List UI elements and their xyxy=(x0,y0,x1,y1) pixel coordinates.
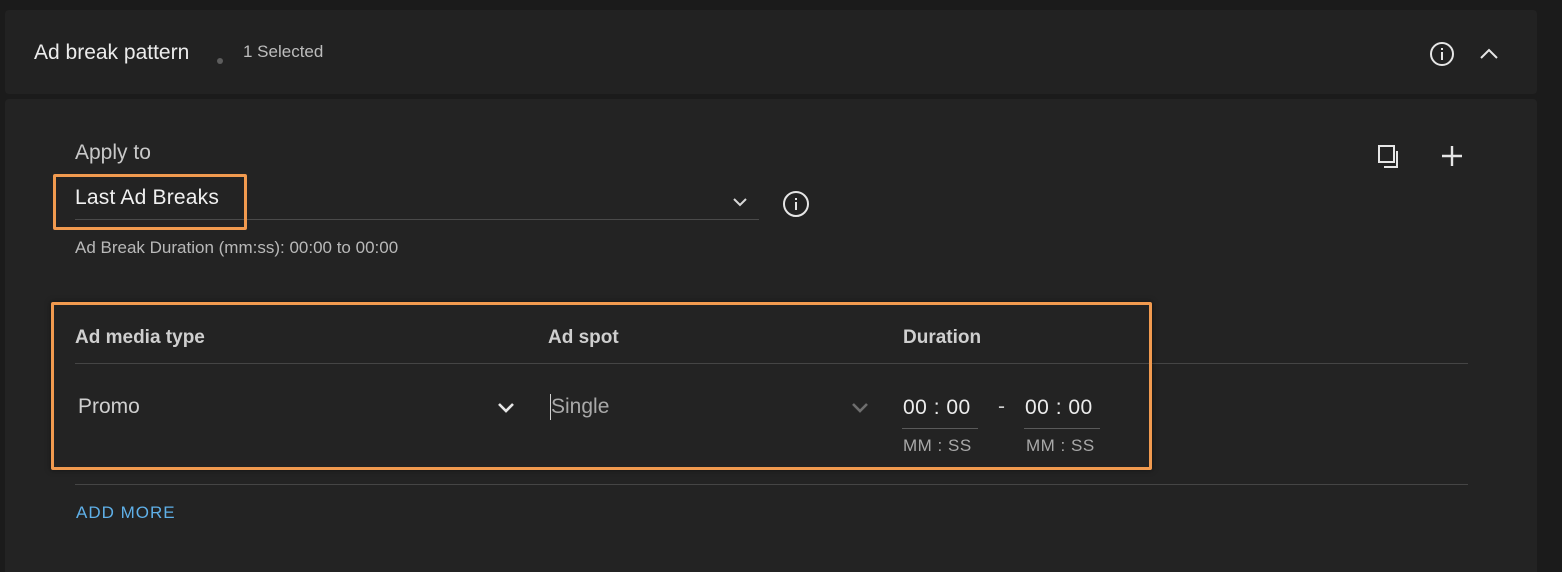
ad-spot-select[interactable]: Single xyxy=(551,395,609,419)
column-header-duration: Duration xyxy=(903,327,982,348)
duration-to-input[interactable]: 00 : 00 xyxy=(1025,396,1093,420)
duration-from-hint: MM : SS xyxy=(903,436,972,455)
copy-icon[interactable] xyxy=(1375,142,1405,177)
apply-to-underline xyxy=(75,219,759,220)
chevron-up-icon[interactable] xyxy=(1477,42,1501,71)
ad-media-type-select[interactable]: Promo xyxy=(78,395,140,419)
plus-icon[interactable] xyxy=(1438,142,1466,175)
info-icon[interactable] xyxy=(782,190,810,223)
section-title: Ad break pattern xyxy=(34,41,190,64)
column-header-ad-media-type: Ad media type xyxy=(75,327,205,348)
duration-to-hint: MM : SS xyxy=(1026,436,1095,455)
ad-break-pattern-body xyxy=(5,99,1537,572)
chevron-down-icon[interactable] xyxy=(494,396,518,425)
table-row-divider xyxy=(75,484,1468,485)
table-header-divider xyxy=(75,363,1468,364)
apply-to-select[interactable]: Last Ad Breaks xyxy=(75,186,219,210)
ad-break-duration-note: Ad Break Duration (mm:ss): 00:00 to 00:0… xyxy=(75,238,399,257)
apply-to-label: Apply to xyxy=(75,141,151,164)
selected-count: 1 Selected xyxy=(243,42,324,61)
chevron-down-icon[interactable] xyxy=(848,396,872,425)
duration-to-underline xyxy=(1024,428,1100,429)
duration-from-input[interactable]: 00 : 00 xyxy=(903,396,971,420)
column-header-ad-spot: Ad spot xyxy=(548,327,619,348)
duration-separator: - xyxy=(998,395,1005,418)
info-icon[interactable] xyxy=(1429,41,1455,72)
ad-break-pattern-header[interactable]: Ad break pattern 1 Selected xyxy=(5,10,1537,94)
add-more-button[interactable]: ADD MORE xyxy=(76,503,176,523)
chevron-down-icon[interactable] xyxy=(728,190,752,219)
separator-dot xyxy=(217,58,223,64)
duration-from-underline xyxy=(902,428,978,429)
